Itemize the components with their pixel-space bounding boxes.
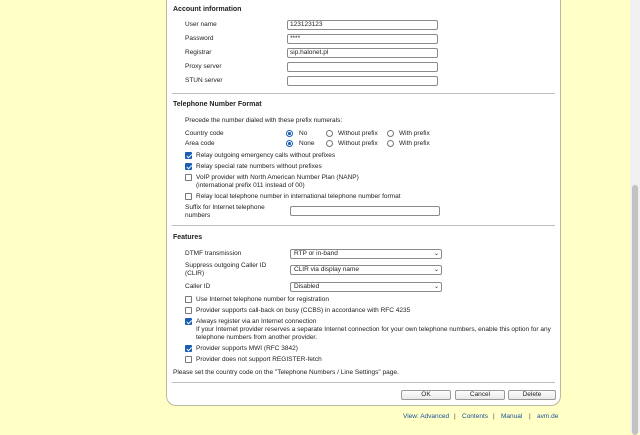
area-code-label: Area code — [185, 140, 215, 147]
ok-button[interactable]: OK — [401, 390, 451, 400]
scrollbar-thumb[interactable] — [632, 185, 638, 435]
password-label: Password — [185, 35, 214, 42]
registration-number-label: Use Internet telephone number for regist… — [196, 296, 329, 303]
country-code-with-prefix-label: With prefix — [399, 130, 430, 137]
clir-select[interactable]: CLIR via display name ⌄ — [290, 265, 442, 275]
format-heading: Telephone Number Format — [173, 101, 262, 108]
country-code-no-label: No — [299, 130, 308, 137]
chevron-down-icon: ⌄ — [433, 251, 439, 257]
special-rate-checkbox[interactable] — [185, 163, 192, 170]
settings-panel: Account information User name 123123123 … — [166, 0, 561, 406]
divider — [172, 225, 555, 226]
dtmf-value: RTP or in-band — [294, 250, 338, 257]
username-label: User name — [185, 21, 217, 28]
proxy-field[interactable] — [287, 62, 438, 72]
register-fetch-label: Provider does not support REGISTER-fetch — [196, 356, 322, 363]
area-code-without-prefix-label: Without prefix — [338, 140, 378, 147]
country-code-note: Please set the country code on the "Tele… — [173, 369, 399, 376]
emergency-calls-label: Relay outgoing emergency calls without p… — [196, 152, 336, 159]
clir-value: CLIR via display name — [294, 266, 360, 273]
area-code-with-prefix-label: With prefix — [399, 140, 430, 147]
callerid-value: Disabled — [294, 283, 320, 290]
suppress-label: Suppress outgoing Caller ID — [185, 262, 267, 269]
chevron-down-icon: ⌄ — [433, 284, 439, 290]
country-code-without-prefix-radio[interactable] — [326, 130, 333, 137]
stun-field[interactable] — [287, 76, 438, 86]
suffix-label: Suffix for Internet telephone — [185, 204, 265, 211]
manual-link[interactable]: Manual — [501, 413, 522, 420]
suppress-label-2: (CLIR) — [185, 270, 205, 277]
area-code-with-prefix-radio[interactable] — [387, 140, 394, 147]
view-advanced-link[interactable]: View: Advanced — [403, 413, 449, 420]
features-heading: Features — [173, 234, 203, 241]
suffix-label-2: numbers — [185, 212, 211, 219]
country-code-no-radio[interactable] — [286, 130, 293, 137]
stun-label: STUN server — [185, 77, 223, 84]
avm-link[interactable]: avm.de — [537, 413, 558, 420]
country-code-with-prefix-radio[interactable] — [387, 130, 394, 137]
suffix-field[interactable] — [290, 206, 440, 216]
proxy-label: Proxy server — [185, 63, 222, 70]
local-international-label: Relay local telephone number in internat… — [196, 193, 401, 200]
footer-separator: | — [529, 413, 531, 420]
ccbs-label: Provider supports call-back on busy (CCB… — [196, 307, 411, 314]
footer-separator: | — [493, 413, 495, 420]
local-international-checkbox[interactable] — [185, 193, 192, 200]
prefix-intro: Precede the number dialed with these pre… — [185, 117, 343, 124]
username-field[interactable]: 123123123 — [287, 20, 438, 30]
special-rate-label: Relay special rate numbers without prefi… — [196, 163, 322, 170]
contents-link[interactable]: Contents — [462, 413, 488, 420]
area-code-none-radio[interactable] — [286, 140, 293, 147]
nanp-checkbox[interactable] — [185, 174, 192, 181]
always-register-note: If your Internet provider reserves a sep… — [196, 326, 551, 333]
mwi-label: Provider supports MWI (RFC 3842) — [196, 345, 298, 352]
dtmf-label: DTMF transmission — [185, 250, 242, 257]
dtmf-select[interactable]: RTP or in-band ⌄ — [290, 249, 442, 259]
area-code-none-label: None — [299, 140, 315, 147]
cancel-button[interactable]: Cancel — [455, 390, 505, 400]
always-register-note-2: telephone numbers from another provider. — [196, 334, 318, 341]
account-heading: Account information — [173, 6, 242, 13]
callerid-select[interactable]: Disabled ⌄ — [290, 282, 442, 292]
delete-button[interactable]: Delete — [508, 390, 556, 400]
always-register-checkbox[interactable] — [185, 318, 192, 325]
chevron-down-icon: ⌄ — [433, 267, 439, 273]
registrar-label: Registrar — [185, 49, 212, 56]
emergency-calls-checkbox[interactable] — [185, 152, 192, 159]
registration-number-checkbox[interactable] — [185, 296, 192, 303]
mwi-checkbox[interactable] — [185, 345, 192, 352]
callerid-label: Caller ID — [185, 283, 211, 290]
divider — [172, 382, 555, 383]
country-code-label: Country code — [185, 130, 224, 137]
divider — [172, 93, 555, 94]
footer-separator: | — [454, 413, 456, 420]
always-register-label: Always register via an Internet connecti… — [196, 318, 317, 325]
register-fetch-checkbox[interactable] — [185, 356, 192, 363]
area-code-without-prefix-radio[interactable] — [326, 140, 333, 147]
nanp-sublabel: (international prefix 011 instead of 00) — [196, 182, 305, 189]
nanp-label: VoIP provider with North American Number… — [196, 174, 359, 181]
country-code-without-prefix-label: Without prefix — [338, 130, 378, 137]
registrar-field[interactable]: sip.halonet.pl — [287, 48, 438, 58]
password-field[interactable]: **** — [287, 34, 438, 44]
ccbs-checkbox[interactable] — [185, 307, 192, 314]
